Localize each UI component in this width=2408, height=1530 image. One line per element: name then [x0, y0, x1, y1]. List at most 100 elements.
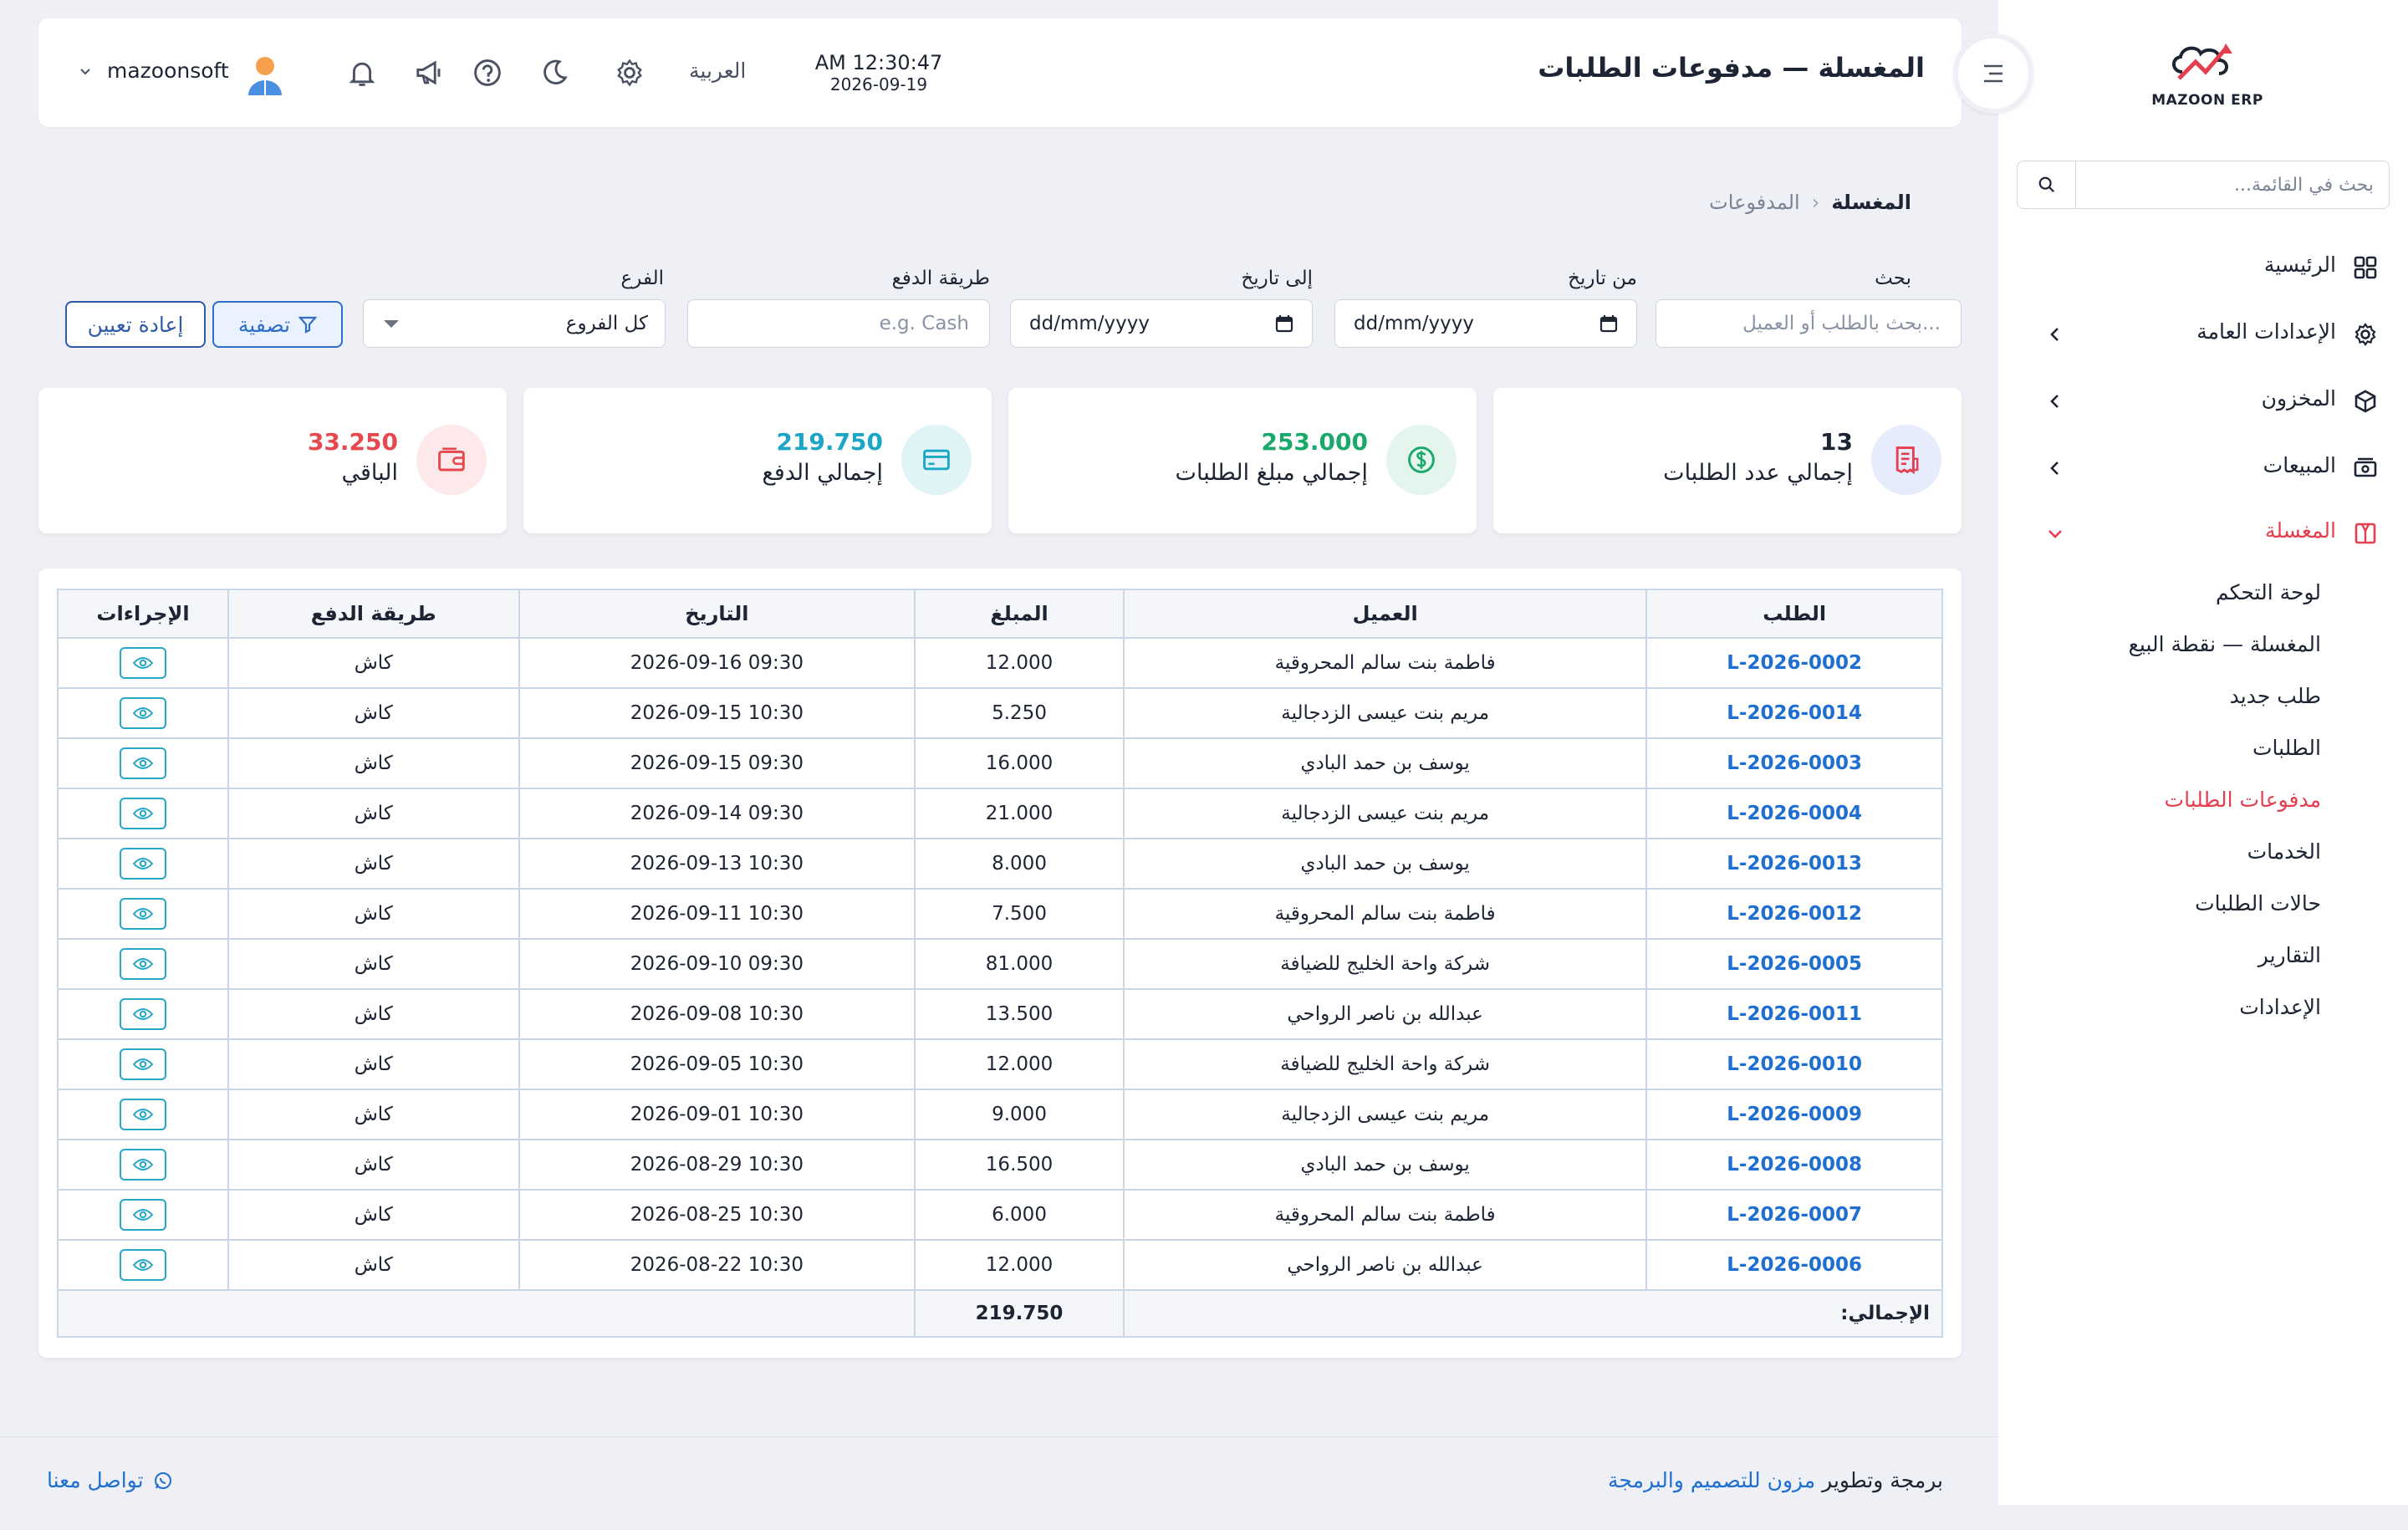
column-header-date[interactable]: التاريخ: [518, 589, 916, 639]
username[interactable]: mazoonsoft: [107, 59, 229, 83]
table-row: L-2026-0012 فاطمة بنت سالم المحروقية 7.500…: [57, 888, 1943, 940]
amount-cell: 9.000: [914, 1089, 1125, 1140]
order-link[interactable]: L-2026-0002: [1645, 637, 1943, 689]
megaphone-icon[interactable]: [411, 55, 446, 90]
column-header-customer[interactable]: العميل: [1122, 589, 1648, 639]
filter-button[interactable]: تصفية: [212, 301, 343, 348]
brand-logo[interactable]: MAZOON ERP: [2149, 37, 2266, 114]
order-link[interactable]: L-2026-0012: [1645, 888, 1943, 940]
sidebar-item-sales[interactable]: المبيعات: [1998, 443, 2408, 493]
order-link[interactable]: L-2026-0013: [1645, 838, 1943, 890]
order-link[interactable]: L-2026-0005: [1645, 938, 1943, 990]
eye-icon: [132, 757, 153, 769]
amount-cell: 12.000: [914, 637, 1125, 689]
submenu-item-new-order[interactable]: طلب جديد: [2230, 684, 2321, 708]
search-input[interactable]: بحث بالطلب أو العميل...: [1656, 299, 1962, 348]
order-link[interactable]: L-2026-0009: [1645, 1089, 1943, 1140]
submenu-item-order-payments[interactable]: مدفوعات الطلبات: [2165, 788, 2321, 812]
cash-icon: [2353, 456, 2378, 481]
payment-method-input[interactable]: e.g. Cash: [687, 299, 990, 348]
customer-cell: فاطمة بنت سالم المحروقية: [1122, 888, 1648, 940]
stat-value: 13: [1820, 428, 1853, 456]
filter-button-label: تصفية: [237, 312, 291, 337]
submenu-item-reports[interactable]: التقارير: [2258, 943, 2321, 967]
view-button[interactable]: [119, 1048, 166, 1080]
to-date-label: إلى تاريخ: [1241, 268, 1313, 289]
gear-icon[interactable]: [612, 55, 647, 90]
submenu-item-orders[interactable]: الطلبات: [2252, 736, 2321, 760]
view-button[interactable]: [119, 1199, 166, 1231]
amount-cell: 13.500: [914, 988, 1125, 1040]
reset-button[interactable]: إعادة تعيين: [65, 301, 206, 348]
view-button[interactable]: [119, 1149, 166, 1181]
amount-cell: 16.500: [914, 1139, 1125, 1191]
sidebar-toggle-button[interactable]: [1953, 33, 2033, 114]
amount-cell: 81.000: [914, 938, 1125, 990]
chevron-left-icon: [2047, 460, 2064, 477]
view-button[interactable]: [119, 798, 166, 829]
method-cell: كاش: [227, 888, 520, 940]
column-header-amount[interactable]: المبلغ: [914, 589, 1125, 639]
from-date-field[interactable]: dd/mm/yyyy: [1334, 299, 1637, 348]
order-link[interactable]: L-2026-0004: [1645, 788, 1943, 839]
customer-cell: شركة واحة الخليج للضيافة: [1122, 938, 1648, 990]
sidebar-item-general-settings[interactable]: الإعدادات العامة: [1998, 309, 2408, 360]
moon-icon[interactable]: [537, 55, 572, 90]
sidebar-search-input[interactable]: [2078, 163, 2375, 207]
chevron-down-icon[interactable]: [79, 65, 92, 79]
avatar[interactable]: [244, 54, 286, 97]
column-header-method[interactable]: طريقة الدفع: [227, 589, 520, 639]
actions-cell: [57, 737, 229, 789]
view-button[interactable]: [119, 898, 166, 930]
order-link[interactable]: L-2026-0007: [1645, 1189, 1943, 1241]
submenu-item-services[interactable]: الخدمات: [2247, 839, 2321, 864]
submenu-item-dashboard[interactable]: لوحة التحكم: [2216, 580, 2321, 604]
view-button[interactable]: [119, 1249, 166, 1281]
order-link[interactable]: L-2026-0008: [1645, 1139, 1943, 1191]
help-icon[interactable]: [470, 55, 505, 90]
wallet-icon: [416, 425, 487, 495]
search-icon[interactable]: [2018, 161, 2076, 208]
branch-select[interactable]: كل الفروع: [363, 299, 666, 348]
view-button[interactable]: [119, 848, 166, 880]
submenu-item-settings[interactable]: الإعدادات: [2239, 995, 2321, 1019]
order-link[interactable]: L-2026-0006: [1645, 1239, 1943, 1291]
order-link[interactable]: L-2026-0011: [1645, 988, 1943, 1040]
view-button[interactable]: [119, 998, 166, 1030]
view-button[interactable]: [119, 697, 166, 729]
sidebar-item-inventory[interactable]: المخزون: [1998, 376, 2408, 426]
brand-name: MAZOON ERP: [2151, 92, 2263, 109]
submenu-item-pos[interactable]: المغسلة — نقطة البيع: [2129, 632, 2321, 656]
sidebar-item-laundry[interactable]: المغسلة: [1998, 508, 2408, 558]
footer-credit: برمجة وتطوير مزون للتصميم والبرمجة: [1608, 1468, 1943, 1492]
language-switch[interactable]: العربية: [689, 59, 746, 83]
method-cell: كاش: [227, 788, 520, 839]
order-link[interactable]: L-2026-0003: [1645, 737, 1943, 789]
amount-cell: 7.500: [914, 888, 1125, 940]
to-date-field[interactable]: dd/mm/yyyy: [1010, 299, 1313, 348]
calendar-icon[interactable]: [1275, 314, 1293, 333]
payment-method-label: طريقة الدفع: [891, 268, 990, 289]
column-header-order[interactable]: الطلب: [1645, 589, 1943, 639]
customer-cell: شركة واحة الخليج للضيافة: [1122, 1038, 1648, 1090]
submenu-item-order-statuses[interactable]: حالات الطلبات: [2195, 891, 2321, 915]
date-placeholder: dd/mm/yyyy: [1354, 313, 1474, 334]
order-link[interactable]: L-2026-0010: [1645, 1038, 1943, 1090]
view-button[interactable]: [119, 1099, 166, 1130]
order-link[interactable]: L-2026-0014: [1645, 687, 1943, 739]
customer-cell: يوسف بن حمد البادي: [1122, 737, 1648, 789]
bell-icon[interactable]: [344, 55, 380, 90]
breadcrumb: المغسلة ‹ المدفوعات: [1709, 191, 1911, 214]
view-button[interactable]: [119, 647, 166, 679]
stat-value: 33.250: [307, 428, 398, 456]
footer-credit-link[interactable]: مزون للتصميم والبرمجة: [1608, 1468, 1815, 1492]
date-cell: 09:30 2026-09-14: [518, 788, 916, 839]
sidebar-item-home[interactable]: الرئيسية: [1998, 242, 2408, 293]
view-button[interactable]: [119, 948, 166, 980]
footer-divider: [0, 1436, 1998, 1437]
breadcrumb-root[interactable]: المغسلة: [1831, 191, 1911, 214]
contact-us-link[interactable]: تواصل معنا: [47, 1468, 172, 1492]
calendar-icon[interactable]: [1599, 314, 1618, 333]
from-date-label: من تاريخ: [1568, 268, 1637, 289]
view-button[interactable]: [119, 747, 166, 779]
